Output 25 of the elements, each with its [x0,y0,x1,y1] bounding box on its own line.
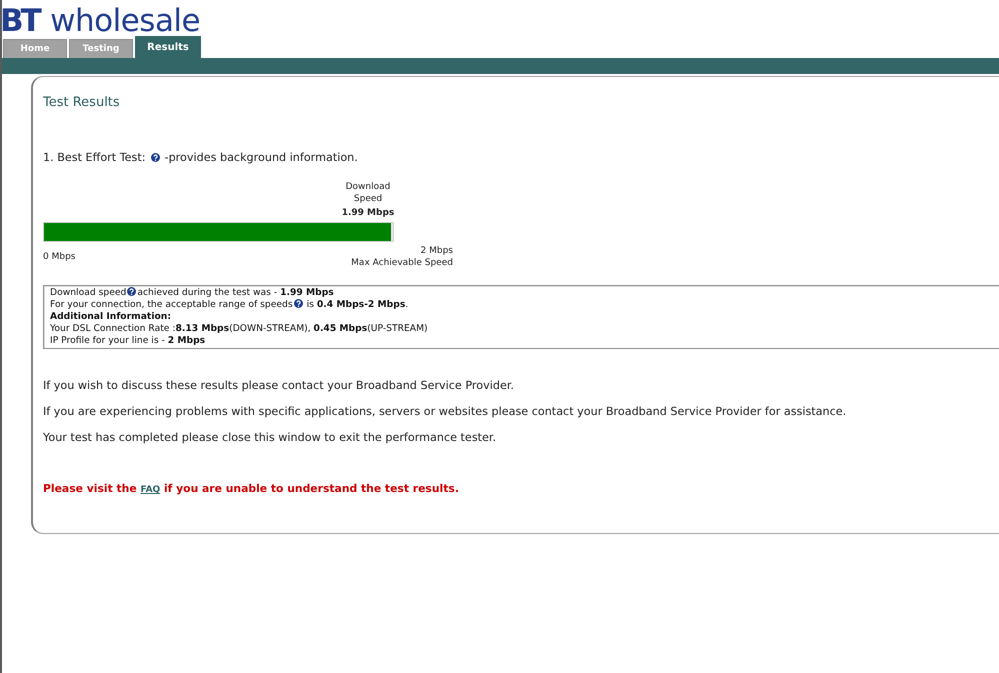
paragraph: If you are experiencing problems with specific applications, servers or websites please contact your Broadband Service Provider for assistance. [43,405,848,419]
nav-tab[interactable]: Results [135,36,201,58]
meter-label: Download Speed [344,181,392,205]
help-icon[interactable] [150,153,160,162]
meter-max-label: 2 Mbps [420,245,453,257]
meter-value: 1.99 Mbps [342,207,394,219]
meter-min-label: 0 Mbps [43,251,76,263]
test-heading: -provides background information. [164,151,358,164]
faq-link[interactable]: FAQ [140,485,160,495]
info-text: Additional Information: [50,311,171,322]
paragraph: Your test has completed please close this window to exit the performance tester. [43,431,498,445]
test-heading: 1. Best Effort Test: [43,151,146,164]
info-text: For your connection, the acceptable range of speeds [50,299,293,310]
paragraph: If you wish to discuss these results please contact your Broadband Service Provider. [43,379,515,393]
info-text: IP Profile for your line is - 2 Mbps [50,335,206,346]
info-text: Your DSL Connection Rate :8.13 Mbps(DOWN-STREAM), 0.45 Mbps(UP-STREAM) [50,323,428,334]
page-title: Test Results [43,95,121,111]
help-icon[interactable] [127,287,136,296]
help-icon[interactable] [294,299,303,308]
logo: BT wholesale [2,7,200,35]
info-text: is 0.4 Mbps-2 Mbps. [306,299,408,310]
meter-max-caption: Max Achievable Speed [351,257,453,269]
faq-notice: Please visit the FAQ if you are unable to understand the test results. [43,482,460,497]
info-text: achieved during the test was - 1.99 Mbps [137,287,334,298]
info-text: Download speed [50,287,126,298]
